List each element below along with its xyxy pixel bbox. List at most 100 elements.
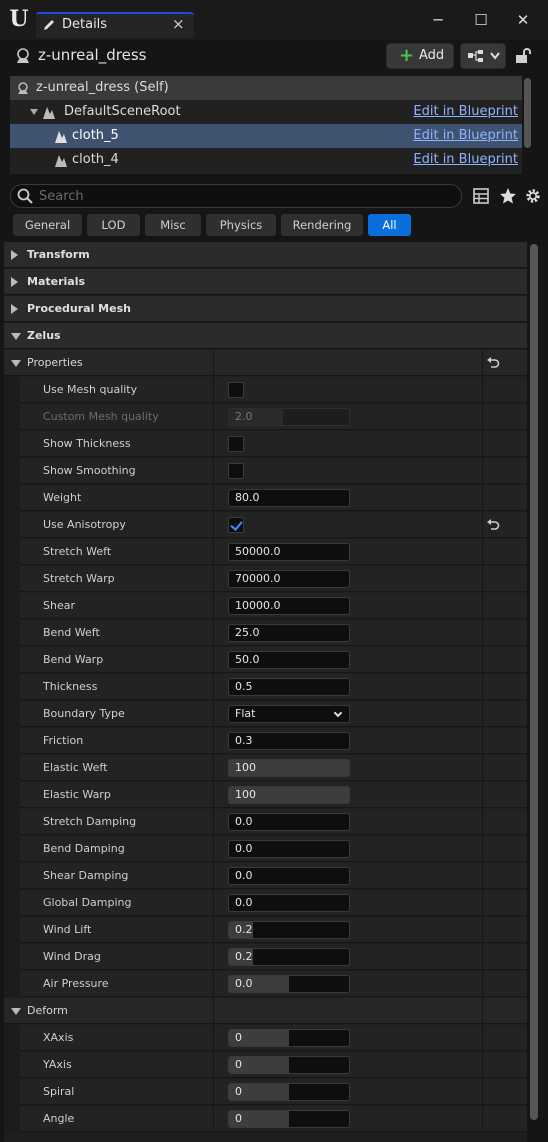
field-value: 0 xyxy=(235,1031,242,1044)
actor-icon xyxy=(18,82,28,94)
column-divider xyxy=(213,728,214,754)
column-divider xyxy=(482,998,483,1024)
minimize-button[interactable]: ─ xyxy=(428,10,448,30)
filter-tab-misc[interactable]: Misc xyxy=(145,214,201,236)
row-indent xyxy=(4,863,20,889)
property-name: Stretch Warp xyxy=(43,572,115,585)
reset-to-default-icon[interactable] xyxy=(486,518,500,532)
value-field[interactable]: 0.3 xyxy=(228,732,350,750)
category-procedural-mesh[interactable]: Procedural Mesh xyxy=(4,296,527,322)
column-divider xyxy=(213,1052,214,1078)
row-indent xyxy=(4,728,20,754)
column-divider xyxy=(482,539,483,565)
column-divider xyxy=(482,674,483,700)
filter-tab-physics[interactable]: Physics xyxy=(206,214,276,236)
blueprint-options-button[interactable] xyxy=(460,43,506,69)
property-row-wind-lift: Wind Lift 0.2 xyxy=(4,917,527,943)
value-field[interactable]: 0 xyxy=(228,1029,350,1047)
tree-item-cloth-5[interactable]: cloth_5 Edit in Blueprint xyxy=(10,124,522,148)
gear-icon[interactable] xyxy=(524,187,542,205)
row-indent xyxy=(4,647,20,673)
filter-tab-rendering[interactable]: Rendering xyxy=(281,214,363,236)
value-field[interactable]: 0.0 xyxy=(228,894,350,912)
column-divider xyxy=(213,809,214,835)
tree-scrollbar[interactable] xyxy=(524,78,531,148)
value-field[interactable]: 0.2 xyxy=(228,921,350,939)
value-field[interactable]: 0 xyxy=(228,1056,350,1074)
search-input[interactable] xyxy=(37,187,447,205)
value-field[interactable]: 70000.0 xyxy=(228,570,350,588)
edit-in-blueprint-link[interactable]: Edit in Blueprint xyxy=(413,128,518,143)
column-divider xyxy=(213,917,214,943)
edit-in-blueprint-link[interactable]: Edit in Blueprint xyxy=(413,104,518,119)
row-indent xyxy=(4,485,20,511)
close-window-button[interactable]: ✕ xyxy=(513,10,533,30)
value-field[interactable]: 0.0 xyxy=(228,975,350,993)
value-field[interactable]: 0 xyxy=(228,1083,350,1101)
tree-item-cloth-4[interactable]: cloth_4 Edit in Blueprint xyxy=(10,148,522,172)
category-label: Materials xyxy=(27,275,86,288)
star-icon[interactable] xyxy=(499,187,517,205)
edit-in-blueprint-link[interactable]: Edit in Blueprint xyxy=(413,152,518,167)
component-tree: z-unreal_dress (Self) DefaultSceneRoot E… xyxy=(10,76,522,174)
actor-name: z-unreal_dress xyxy=(38,46,147,64)
subcategory-deform[interactable]: Deform xyxy=(4,998,527,1024)
category-transform[interactable]: Transform xyxy=(4,242,527,268)
tree-item-label: cloth_4 xyxy=(72,152,119,167)
lock-icon[interactable] xyxy=(514,47,532,65)
column-divider xyxy=(482,431,483,457)
property-name: Weight xyxy=(43,491,82,504)
property-row-elastic-warp: Elastic Warp 100 xyxy=(4,782,527,808)
row-indent xyxy=(4,458,20,484)
category-zelus[interactable]: Zelus xyxy=(4,323,527,349)
tree-item-defaultsceneroot[interactable]: DefaultSceneRoot Edit in Blueprint xyxy=(10,100,522,124)
column-divider xyxy=(482,728,483,754)
property-name: XAxis xyxy=(43,1031,74,1044)
dropdown-value: Flat xyxy=(235,707,256,720)
subcategory-properties[interactable]: Properties xyxy=(4,350,527,376)
filter-tab-lod[interactable]: LOD xyxy=(87,214,140,236)
category-materials[interactable]: Materials xyxy=(4,269,527,295)
value-field[interactable]: 10000.0 xyxy=(228,597,350,615)
reset-to-default-icon[interactable] xyxy=(486,356,500,370)
field-value: 0 xyxy=(235,1058,242,1071)
close-tab-icon[interactable]: × xyxy=(172,15,185,33)
filter-tab-all[interactable]: All xyxy=(368,214,411,236)
value-field[interactable]: 0.0 xyxy=(228,840,350,858)
property-name: Wind Drag xyxy=(43,950,101,963)
value-field[interactable]: 80.0 xyxy=(228,489,350,507)
value-field[interactable]: 100 xyxy=(228,759,350,777)
table-view-icon[interactable] xyxy=(472,187,490,205)
tree-item-self[interactable]: z-unreal_dress (Self) xyxy=(10,76,522,100)
value-field[interactable]: 0 xyxy=(228,1110,350,1128)
column-divider xyxy=(482,458,483,484)
filter-tab-general[interactable]: General xyxy=(13,214,82,236)
column-divider xyxy=(482,1079,483,1105)
value-field[interactable]: 0.0 xyxy=(228,867,350,885)
checkbox[interactable] xyxy=(228,382,244,398)
checkbox[interactable] xyxy=(228,436,244,452)
tab-details[interactable]: Details × xyxy=(36,12,194,38)
unreal-logo-icon: U xyxy=(9,6,29,32)
value-field[interactable]: 50000.0 xyxy=(228,543,350,561)
column-divider xyxy=(213,350,214,376)
checkbox[interactable] xyxy=(228,463,244,479)
value-field[interactable]: 25.0 xyxy=(228,624,350,642)
property-row-stretch-warp: Stretch Warp 70000.0 xyxy=(4,566,527,592)
property-row-shear: Shear 10000.0 xyxy=(4,593,527,619)
details-scrollbar[interactable] xyxy=(530,244,538,1120)
add-component-button[interactable]: + Add xyxy=(386,43,454,69)
value-field[interactable]: 0.2 xyxy=(228,948,350,966)
checkbox[interactable] xyxy=(228,517,244,533)
collapse-arrow-icon[interactable] xyxy=(30,108,38,116)
value-field[interactable]: 0.0 xyxy=(228,813,350,831)
value-field[interactable]: 0.5 xyxy=(228,678,350,696)
value-field[interactable]: 50.0 xyxy=(228,651,350,669)
boundary-type-dropdown[interactable]: Flat xyxy=(228,705,350,723)
value-field[interactable]: 100 xyxy=(228,786,350,804)
property-name: Elastic Warp xyxy=(43,788,111,801)
maximize-button[interactable]: ☐ xyxy=(471,10,491,30)
property-name: YAxis xyxy=(43,1058,72,1071)
collapse-arrow-icon xyxy=(11,333,21,340)
row-indent xyxy=(4,539,20,565)
